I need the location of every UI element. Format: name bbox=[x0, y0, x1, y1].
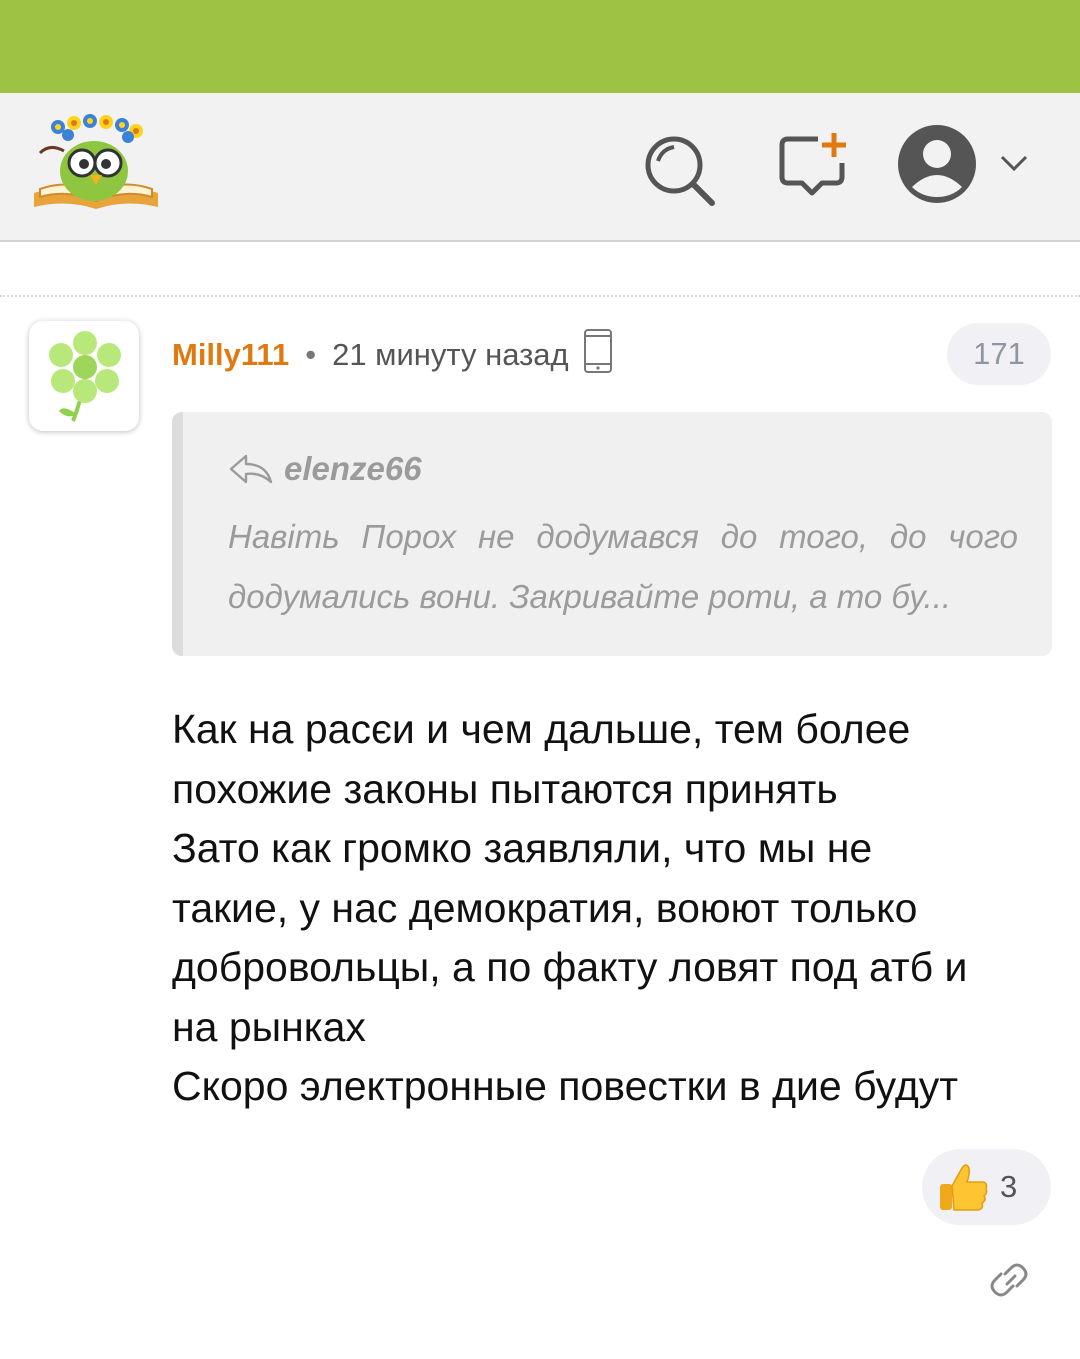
app-header bbox=[0, 93, 1080, 242]
search-button[interactable] bbox=[640, 131, 720, 211]
quote-header: elenze66 bbox=[228, 450, 422, 488]
user-avatar-icon bbox=[898, 125, 976, 203]
search-icon bbox=[645, 136, 715, 206]
comment-meta: Milly111 • 21 минуту назад bbox=[172, 329, 613, 377]
comment-number-badge[interactable]: 171 bbox=[947, 323, 1051, 385]
link-icon bbox=[990, 1263, 1028, 1297]
quote-bar bbox=[172, 412, 183, 656]
like-button[interactable]: 3 bbox=[922, 1149, 1051, 1225]
like-count: 3 bbox=[1000, 1169, 1018, 1204]
meta-separator: • bbox=[305, 337, 317, 372]
account-menu-button[interactable] bbox=[896, 123, 1036, 205]
thumbs-up-icon bbox=[940, 1164, 988, 1211]
comment-line: Как на расєи и чем дальше, тем более bbox=[172, 706, 911, 752]
comment-line: такие, у нас демократия, воюют только bbox=[172, 884, 918, 931]
comment-body: Как на расєи и чем дальше, тем более пох… bbox=[172, 700, 1052, 1117]
quote-text: Навіть Порох не додумався до того, до чо… bbox=[228, 518, 1018, 615]
timestamp: 21 минуту назад bbox=[332, 337, 569, 372]
comment-line: Скоро электронные повестки в дие будут bbox=[172, 1063, 959, 1109]
divider bbox=[0, 295, 1080, 297]
comment-avatar[interactable] bbox=[29, 321, 139, 431]
new-post-button[interactable] bbox=[772, 129, 854, 211]
mobile-phone-icon bbox=[583, 328, 613, 382]
comment-line: добровольцы, а по факту ловят под атб и bbox=[172, 944, 968, 990]
comment-line: Зато как громко заявляли, что мы не bbox=[172, 825, 873, 871]
green-flower-avatar bbox=[49, 331, 121, 422]
chevron-down-icon bbox=[1000, 155, 1028, 172]
speech-bubble-plus-icon bbox=[779, 133, 846, 196]
comment-line: похожие законы пытаются принять bbox=[172, 765, 838, 812]
quote-author: elenze66 bbox=[284, 450, 422, 487]
copy-link-button[interactable] bbox=[985, 1256, 1033, 1304]
reply-arrow-icon bbox=[229, 454, 273, 484]
reply-quote[interactable]: elenze66 Навіть Порох не додумався до то… bbox=[172, 412, 1052, 656]
username[interactable]: Milly111 bbox=[172, 337, 289, 373]
comment-line: на рынках bbox=[172, 1003, 366, 1050]
status-bar bbox=[0, 0, 1080, 93]
owl-on-book-logo[interactable] bbox=[30, 113, 162, 213]
